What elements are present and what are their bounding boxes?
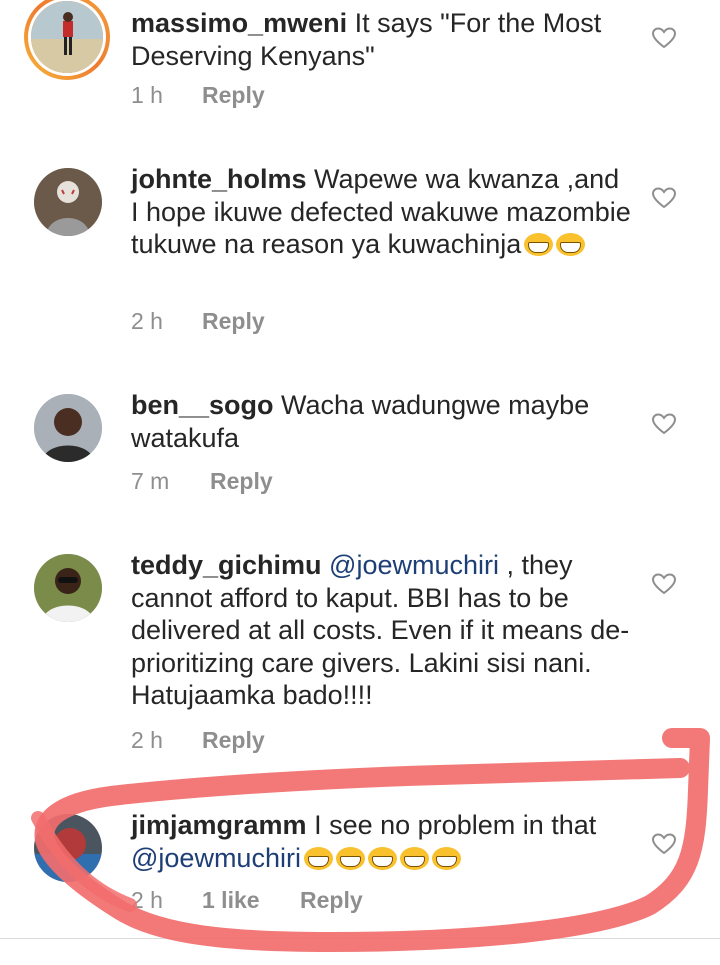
- comment-username[interactable]: massimo_mweni: [131, 8, 347, 38]
- avatar-jimjam[interactable]: [34, 814, 102, 882]
- beach-figure-image: [31, 1, 103, 73]
- grin-emoji: [556, 233, 586, 256]
- divider: [0, 938, 720, 939]
- avatar-photo: [28, 0, 106, 76]
- comment-text: massimo_mweni It says "For the Most Dese…: [131, 7, 631, 72]
- grin-emoji: [524, 233, 554, 256]
- comment-text: ben__sogo Wacha wadungwe maybe watakufa: [131, 389, 631, 454]
- avatar-photo: [34, 168, 102, 236]
- heart-outline-icon[interactable]: [652, 833, 676, 855]
- likes-count[interactable]: 1 like: [202, 887, 260, 914]
- mention-link[interactable]: @joewmuchiri: [329, 550, 499, 580]
- comment-time: 2 h: [131, 308, 163, 334]
- avatar-ben[interactable]: [34, 394, 102, 462]
- grin-emoji: [399, 846, 429, 870]
- comment-time: 7 m: [131, 468, 170, 494]
- comment-time: 2 h: [131, 887, 163, 913]
- comment-text: teddy_gichimu @joewmuchiri , they cannot…: [131, 549, 631, 712]
- next-comment-edge: [0, 951, 720, 965]
- comment-text: jimjamgramm I see no problem in that @jo…: [131, 809, 631, 874]
- reply-button[interactable]: Reply: [202, 82, 265, 109]
- comment-username[interactable]: ben__sogo: [131, 390, 274, 420]
- comment-username[interactable]: teddy_gichimu: [131, 550, 322, 580]
- comment-username[interactable]: jimjamgramm: [131, 810, 307, 840]
- comment-time: 1 h: [131, 82, 163, 108]
- avatar-photo: [34, 814, 102, 882]
- heart-outline-icon[interactable]: [652, 27, 676, 49]
- reply-button[interactable]: Reply: [202, 727, 265, 754]
- reply-button[interactable]: Reply: [202, 308, 265, 335]
- avatar-massimo[interactable]: [24, 0, 110, 80]
- grin-emoji: [303, 846, 333, 870]
- grin-emoji: [431, 846, 461, 870]
- mention-link[interactable]: @joewmuchiri: [131, 843, 301, 873]
- heart-outline-icon[interactable]: [652, 413, 676, 435]
- heart-outline-icon[interactable]: [652, 187, 676, 209]
- reply-button[interactable]: Reply: [300, 887, 363, 914]
- avatar-teddy[interactable]: [34, 554, 102, 622]
- avatar-johnte[interactable]: [34, 168, 102, 236]
- comment-time: 2 h: [131, 727, 163, 753]
- avatar-photo: [34, 394, 102, 462]
- avatar-photo: [34, 554, 102, 622]
- heart-outline-icon[interactable]: [652, 573, 676, 595]
- comment-text: johnte_holms Wapewe wa kwanza ,and I hop…: [131, 163, 631, 261]
- grin-emoji: [367, 846, 397, 870]
- comment-body: I see no problem in that: [314, 810, 597, 840]
- reply-button[interactable]: Reply: [210, 468, 273, 495]
- comment-username[interactable]: johnte_holms: [131, 164, 307, 194]
- grin-emoji: [335, 846, 365, 870]
